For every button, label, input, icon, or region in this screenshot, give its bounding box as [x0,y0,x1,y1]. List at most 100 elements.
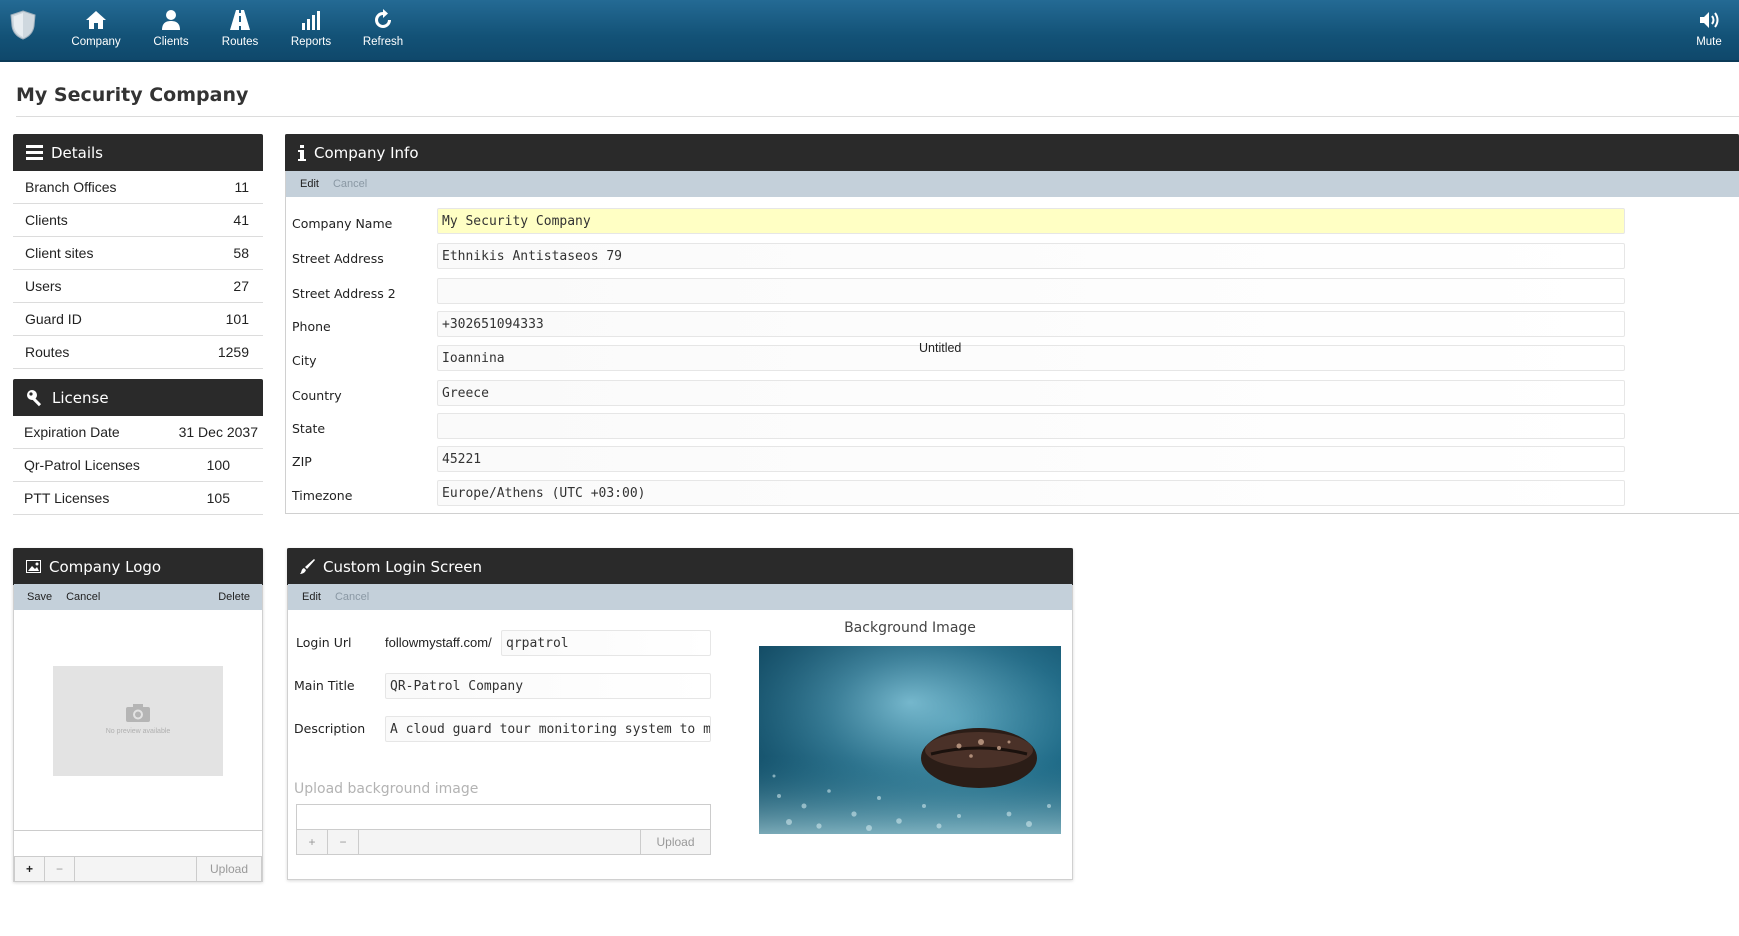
login-cancel-button[interactable]: Cancel [335,591,369,603]
company-field-label: City [292,353,317,368]
license-row: Expiration Date 31 Dec 2037 [13,416,263,449]
camera-icon [126,704,150,722]
details-row-label: Users [25,278,62,294]
info-icon [298,144,306,161]
company-field-input[interactable] [437,278,1625,304]
menu-icon [26,145,43,160]
custom-login-header: Custom Login Screen [287,548,1073,585]
company-logo-header: Company Logo [13,548,263,585]
bg-upload-filename [359,830,641,854]
speaker-icon [1700,12,1719,28]
bg-add-button[interactable]: + [297,830,328,854]
company-info-header: Company Info [285,134,1739,171]
details-row-value: 1259 [217,344,249,360]
details-row-label: Routes [25,344,70,360]
company-field-label: State [292,421,326,436]
company-field-label: Company Name [292,216,393,231]
details-row-label: Guard ID [25,311,82,327]
details-row: Clients 41 [13,204,263,237]
logo-divider [14,830,262,831]
details-row-value: 11 [234,179,249,195]
details-row-value: 41 [233,212,249,228]
nav-refresh[interactable]: Refresh [348,8,418,48]
company-field-input[interactable]: My Security Company [437,208,1625,234]
mute-button[interactable]: Mute [1674,8,1739,48]
details-row: Users 27 [13,270,263,303]
company-field-input[interactable]: 45221 [437,446,1625,472]
background-image-label: Background Image [844,620,976,636]
company-logo-title: Company Logo [49,557,162,576]
logo-remove-button[interactable]: − [45,857,75,881]
details-row: Guard ID 101 [13,303,263,336]
license-row-label: Qr-Patrol Licenses [24,457,140,473]
details-row: Branch Offices 11 [13,171,263,204]
license-row-value: 105 [206,490,230,506]
company-info-title: Company Info [314,143,419,162]
main-title-input[interactable]: QR-Patrol Company [385,673,711,699]
nav-routes[interactable]: Routes [205,8,275,48]
company-field-label: Country [292,388,342,403]
main-title-label: Main Title [294,678,355,693]
company-field-input[interactable] [437,413,1625,439]
details-row-label: Clients [25,212,68,228]
login-url-prefix: followmystaff.com/ [385,635,492,650]
bar-chart-icon [302,11,320,30]
company-info-cancel-button[interactable]: Cancel [333,178,367,190]
nav-reports-label: Reports [290,36,332,48]
title-divider [16,116,1739,117]
details-row-label: Branch Offices [25,179,117,195]
bg-upload-button[interactable]: Upload [641,830,710,854]
logo-save-button[interactable]: Save [27,591,52,603]
logo-upload-filename [75,857,197,881]
background-image-preview[interactable] [759,646,1061,834]
license-panel-header: License [13,379,263,416]
company-field-label: Timezone [292,488,353,503]
nav-company-label: Company [71,36,121,48]
company-info-toolbar: Edit Cancel [286,171,1739,197]
no-preview-text: No preview available [105,728,171,735]
nav-company[interactable]: Company [61,8,131,48]
logo-cancel-button[interactable]: Cancel [66,591,100,603]
company-field-label: Street Address [292,251,384,266]
company-field-input[interactable]: Ioannina [437,345,1625,371]
details-row-label: Client sites [25,245,94,261]
bg-remove-button[interactable]: − [328,830,359,854]
logo-delete-button[interactable]: Delete [218,591,250,603]
details-row: Routes 1259 [13,336,263,369]
nav-reports[interactable]: Reports [276,8,346,48]
login-url-label: Login Url [296,635,352,650]
nav-clients[interactable]: Clients [136,8,206,48]
details-row: Client sites 58 [13,237,263,270]
company-field-input[interactable]: Europe/Athens (UTC +03:00) [437,480,1625,506]
logo-add-button[interactable]: + [15,857,45,881]
custom-login-toolbar: Edit Cancel [288,584,1072,610]
details-panel-header: Details [13,134,263,171]
license-row-label: Expiration Date [24,424,120,440]
company-field-label: Street Address 2 [292,286,396,301]
details-row-value: 101 [225,311,249,327]
nav-clients-label: Clients [153,36,189,48]
upload-bg-label: Upload background image [294,781,479,797]
license-row: Qr-Patrol Licenses 100 [13,449,263,482]
description-label: Description [294,721,366,736]
login-url-input[interactable]: qrpatrol [501,630,711,656]
home-icon [86,11,106,29]
company-field-input[interactable]: Ethnikis Antistaseos 79 [437,243,1625,269]
untitled-overlay-label: Untitled [919,341,962,355]
logo-upload-button[interactable]: Upload [197,857,261,881]
logo-preview-placeholder: No preview available [53,666,223,776]
refresh-icon [375,9,391,28]
company-field-input[interactable]: Greece [437,380,1625,406]
details-row-value: 58 [233,245,249,261]
company-info-edit-button[interactable]: Edit [300,178,319,190]
details-row-value: 27 [233,278,249,294]
description-input[interactable]: A cloud guard tour monitoring system to … [385,716,711,742]
login-edit-button[interactable]: Edit [302,591,321,603]
company-field-input[interactable]: +302651094333 [437,311,1625,337]
nav-routes-label: Routes [221,36,259,48]
details-title: Details [51,143,104,162]
license-row-value: 100 [206,457,230,473]
page-title: My Security Company [16,84,249,106]
brush-icon [300,559,315,574]
company-logo-toolbar: Save Cancel Delete [14,584,262,610]
